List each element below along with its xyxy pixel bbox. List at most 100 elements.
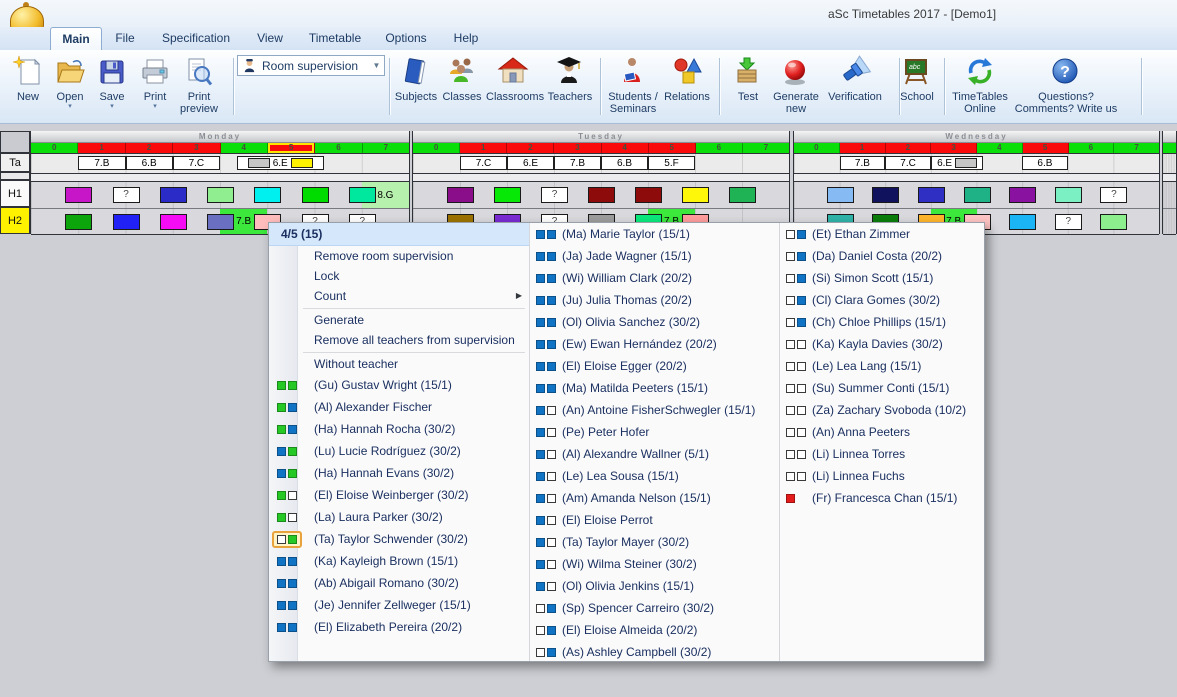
classroom-cell[interactable]: 7.C: [460, 156, 507, 170]
timetables-online-button[interactable]: TimeTables Online: [948, 54, 1012, 115]
period-header-cell[interactable]: 2: [126, 143, 173, 153]
period-header-cell[interactable]: 1: [460, 143, 507, 153]
classroom-cell[interactable]: 6.B: [126, 156, 173, 170]
teacher-menu-item[interactable]: (Sp) Spencer Carreiro (30/2): [530, 597, 779, 619]
duty-box[interactable]: [160, 187, 187, 203]
classroom-swatch[interactable]: [291, 158, 313, 168]
teacher-menu-item[interactable]: (Pe) Peter Hofer: [530, 421, 779, 443]
duty-box[interactable]: [682, 187, 709, 203]
teacher-menu-item[interactable]: (Ha) Hannah Rocha (30/2): [269, 418, 529, 440]
teacher-menu-item[interactable]: (Li) Linnea Fuchs: [780, 465, 986, 487]
period-header-cell[interactable]: 6: [696, 143, 743, 153]
teacher-menu-item[interactable]: (El) Eloise Egger (20/2): [530, 355, 779, 377]
classrooms-button[interactable]: Classrooms: [486, 54, 542, 103]
relations-button[interactable]: Relations: [664, 54, 710, 103]
teacher-menu-item[interactable]: (Wi) Wilma Steiner (30/2): [530, 553, 779, 575]
period-header-cell[interactable]: 3: [931, 143, 977, 153]
teacher-menu-item[interactable]: (Ju) Julia Thomas (20/2): [530, 289, 779, 311]
teacher-menu-item[interactable]: (Ka) Kayleigh Brown (15/1): [269, 550, 529, 572]
teacher-menu-item[interactable]: (Ha) Hannah Evans (30/2): [269, 462, 529, 484]
menu-item-count[interactable]: Count▶: [269, 286, 529, 306]
teacher-menu-item[interactable]: (Da) Daniel Costa (20/2): [780, 245, 986, 267]
mode-combobox[interactable]: Room supervision ▼: [237, 55, 385, 76]
period-header-cell[interactable]: 5: [1023, 143, 1069, 153]
duty-box[interactable]: [1009, 214, 1036, 230]
tab-main[interactable]: Main: [50, 27, 102, 51]
context-menu-header[interactable]: 4/5 (15): [269, 223, 529, 246]
classroom-cell[interactable]: 6.E: [931, 156, 983, 170]
print-dropdown-arrow-icon[interactable]: ▾: [134, 103, 176, 111]
teacher-menu-item[interactable]: (Al) Alexander Fischer: [269, 396, 529, 418]
classroom-swatch[interactable]: [248, 158, 270, 168]
verification-button[interactable]: Verification: [828, 54, 882, 103]
teacher-menu-item[interactable]: (Le) Lea Sousa (15/1): [530, 465, 779, 487]
teacher-menu-item[interactable]: (Ma) Matilda Peeters (15/1): [530, 377, 779, 399]
duty-box[interactable]: [827, 187, 854, 203]
period-header-cell-selected[interactable]: 5: [268, 143, 315, 153]
menu-item-lock[interactable]: Lock: [269, 266, 529, 286]
period-header-cell[interactable]: 7: [743, 143, 789, 153]
period-header-cell[interactable]: 0: [794, 143, 840, 153]
period-header-cell[interactable]: 3: [554, 143, 601, 153]
period-header-cell[interactable]: 2: [886, 143, 932, 153]
questions-button[interactable]: ? Questions? Comments? Write us: [1014, 54, 1118, 115]
period-header-cell[interactable]: 7: [363, 143, 409, 153]
period-header-cell[interactable]: 1: [78, 143, 125, 153]
teacher-menu-item[interactable]: (Ja) Jade Wagner (15/1): [530, 245, 779, 267]
tab-view[interactable]: View: [244, 28, 296, 49]
duty-box[interactable]: [588, 187, 615, 203]
menu-item-generate[interactable]: Generate: [269, 310, 529, 330]
classroom-cell[interactable]: 6.E: [237, 156, 324, 170]
new-button[interactable]: New: [8, 54, 48, 103]
print-button[interactable]: Print ▾: [134, 54, 176, 111]
menu-item-remove-room-supervision[interactable]: Remove room supervision: [269, 246, 529, 266]
teacher-menu-item[interactable]: (Wi) William Clark (20/2): [530, 267, 779, 289]
period-header-cell[interactable]: 4: [977, 143, 1023, 153]
classroom-cell[interactable]: 7.B: [840, 156, 886, 170]
classroom-cell[interactable]: 7.C: [885, 156, 931, 170]
teacher-menu-item[interactable]: (Ch) Chloe Phillips (15/1): [780, 311, 986, 333]
subjects-button[interactable]: Subjects: [392, 54, 440, 103]
teacher-menu-item[interactable]: (Ab) Abigail Romano (30/2): [269, 572, 529, 594]
tab-file[interactable]: File: [102, 28, 148, 49]
classroom-cell[interactable]: 6.B: [1022, 156, 1068, 170]
duty-box[interactable]: [349, 187, 376, 203]
teacher-menu-item[interactable]: (As) Ashley Campbell (30/2): [530, 641, 779, 661]
teacher-menu-item[interactable]: (Je) Jennifer Zellweger (15/1): [269, 594, 529, 616]
teachers-button[interactable]: Teachers: [546, 54, 594, 103]
teacher-menu-item[interactable]: (El) Eloise Almeida (20/2): [530, 619, 779, 641]
teacher-menu-item[interactable]: (Ew) Ewan Hernández (20/2): [530, 333, 779, 355]
classroom-cell[interactable]: 7.B: [554, 156, 601, 170]
classes-button[interactable]: Classes: [440, 54, 484, 103]
tab-options[interactable]: Options: [374, 28, 438, 49]
duty-box[interactable]: [918, 187, 945, 203]
period-header-cell[interactable]: [1163, 143, 1176, 153]
period-header-cell[interactable]: 1: [840, 143, 886, 153]
period-header-cell[interactable]: 3: [173, 143, 220, 153]
duty-box[interactable]: [65, 187, 92, 203]
teacher-menu-item[interactable]: (Si) Simon Scott (15/1): [780, 267, 986, 289]
tab-specification[interactable]: Specification: [150, 28, 242, 49]
teacher-menu-item[interactable]: (Et) Ethan Zimmer: [780, 223, 986, 245]
menu-item-remove-all-teachers-from-supervision[interactable]: Remove all teachers from supervision: [269, 330, 529, 350]
period-header-cell[interactable]: 0: [413, 143, 460, 153]
teacher-menu-item[interactable]: (Li) Linnea Torres: [780, 443, 986, 465]
teacher-menu-item[interactable]: (Su) Summer Conti (15/1): [780, 377, 986, 399]
duty-box[interactable]: [1055, 187, 1082, 203]
teacher-menu-item[interactable]: (Ta) Taylor Schwender (30/2): [269, 528, 529, 550]
duty-box[interactable]: [302, 187, 329, 203]
teacher-menu-item[interactable]: (Lu) Lucie Rodríguez (30/2): [269, 440, 529, 462]
period-header-cell[interactable]: 6: [315, 143, 362, 153]
duty-box-unknown[interactable]: ?: [113, 187, 140, 203]
period-header-cell[interactable]: 6: [1069, 143, 1115, 153]
duty-box-unknown[interactable]: ?: [1055, 214, 1082, 230]
teacher-menu-item[interactable]: (Al) Alexandre Wallner (5/1): [530, 443, 779, 465]
students-seminars-button[interactable]: Students / Seminars: [602, 54, 664, 115]
print-preview-button[interactable]: Print preview: [173, 54, 225, 115]
teacher-menu-item[interactable]: (Ol) Olivia Jenkins (15/1): [530, 575, 779, 597]
classroom-cell[interactable]: 7.C: [173, 156, 220, 170]
duty-box[interactable]: [447, 187, 474, 203]
period-header-cell[interactable]: 5: [649, 143, 696, 153]
period-header-cell[interactable]: 4: [602, 143, 649, 153]
tab-help[interactable]: Help: [440, 28, 492, 49]
